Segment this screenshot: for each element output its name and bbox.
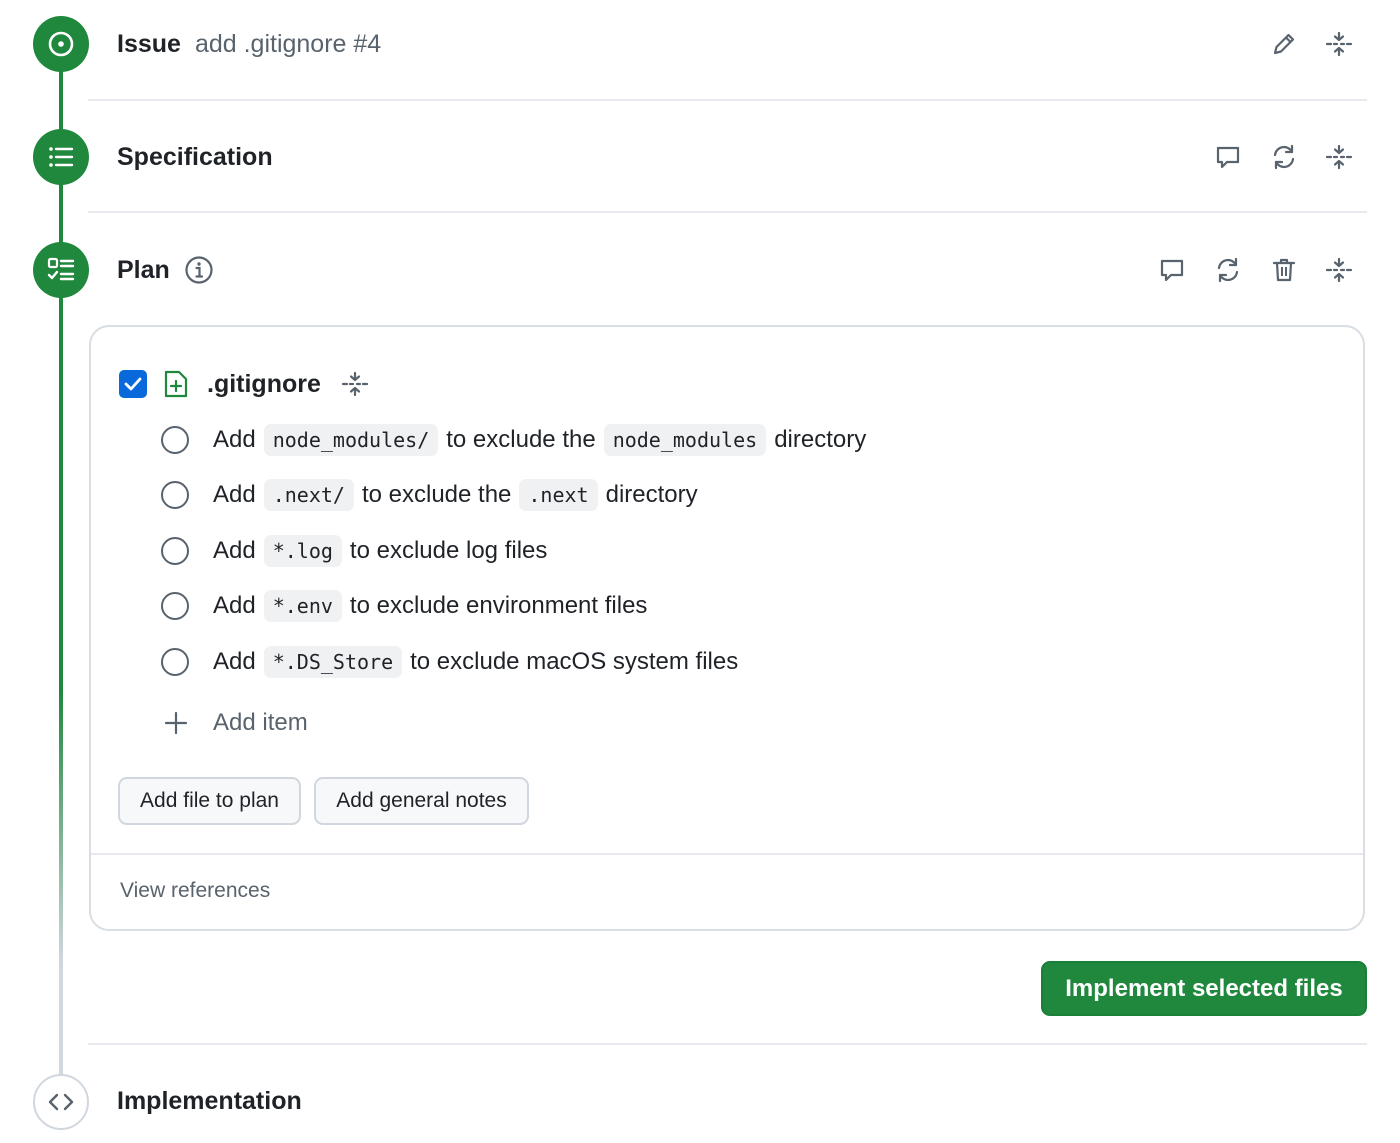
plan-item: Add .next/ to exclude the .next director… xyxy=(161,475,698,515)
comment-icon xyxy=(1216,146,1240,169)
fold-icon xyxy=(1325,31,1353,57)
pencil-icon xyxy=(1273,33,1295,55)
comment-icon xyxy=(1160,259,1184,282)
file-checkbox[interactable] xyxy=(119,370,147,398)
add-general-notes-button[interactable]: Add general notes xyxy=(314,777,529,825)
section-divider xyxy=(88,99,1367,101)
plan-item-text: Add xyxy=(213,537,256,564)
plan-item-code: node_modules/ xyxy=(263,424,439,456)
plan-item-text: Add xyxy=(213,426,256,453)
plan-item-code: *.log xyxy=(263,535,342,567)
fold-icon xyxy=(341,371,368,397)
plan-step-icon xyxy=(33,242,89,298)
plan-info-button[interactable] xyxy=(184,255,214,285)
plan-item-code: *.env xyxy=(263,590,342,622)
plan-item-radio[interactable] xyxy=(161,481,189,509)
add-file-to-plan-button[interactable]: Add file to plan xyxy=(118,777,301,825)
implementation-header: Implementation xyxy=(117,1081,302,1121)
plan-item-text: to exclude environment files xyxy=(349,592,648,619)
plan-item: Add *.log to exclude log files xyxy=(161,531,547,571)
info-icon xyxy=(185,256,213,284)
specification-label: Specification xyxy=(117,142,273,171)
file-name: .gitignore xyxy=(207,369,321,398)
plan-item-code: node_modules xyxy=(603,424,767,456)
plan-item: Add *.DS_Store to exclude macOS system f… xyxy=(161,642,738,682)
checklist-icon xyxy=(47,257,75,281)
issue-opened-icon xyxy=(48,31,74,57)
edit-issue-button[interactable] xyxy=(1269,29,1299,59)
plan-label: Plan xyxy=(117,255,170,284)
plan-item-text: to exclude macOS system files xyxy=(410,648,739,675)
issue-title[interactable]: add .gitignore #4 xyxy=(195,30,381,59)
plus-icon xyxy=(164,711,188,735)
specification-header: Specification xyxy=(117,137,273,177)
plan-delete-button[interactable] xyxy=(1269,255,1299,285)
file-added-icon xyxy=(163,369,189,399)
list-icon xyxy=(49,147,74,167)
plan-item: Add node_modules/ to exclude the node_mo… xyxy=(161,420,866,460)
plan-comment-button[interactable] xyxy=(1157,255,1187,285)
plan-item-text: Add xyxy=(213,481,256,508)
plan-item-text: to exclude the xyxy=(446,426,596,453)
view-references-link[interactable]: View references xyxy=(120,879,270,903)
section-divider xyxy=(88,1043,1367,1045)
specification-regenerate-button[interactable] xyxy=(1269,142,1299,172)
plan-item-text: Add xyxy=(213,592,256,619)
section-divider xyxy=(88,211,1367,213)
plan-item-radio[interactable] xyxy=(161,592,189,620)
specification-step-icon xyxy=(33,129,89,185)
plan-item-radio[interactable] xyxy=(161,426,189,454)
collapse-specification-button[interactable] xyxy=(1324,142,1354,172)
check-icon xyxy=(124,377,142,391)
implement-selected-files-button[interactable]: Implement selected files xyxy=(1041,961,1367,1016)
trash-icon xyxy=(1272,258,1296,282)
fold-icon xyxy=(1325,257,1353,283)
plan-file-row: .gitignore xyxy=(119,367,369,401)
plan-item-code: .next/ xyxy=(263,479,354,511)
issue-step-icon xyxy=(33,16,89,72)
sync-icon xyxy=(1217,257,1239,283)
collapse-issue-button[interactable] xyxy=(1324,29,1354,59)
plan-item-text: directory xyxy=(774,426,867,453)
card-divider xyxy=(91,853,1363,855)
plan-item-code: .next xyxy=(519,479,598,511)
plan-item: Add *.env to exclude environment files xyxy=(161,586,647,626)
plan-card: .gitignore Add node_modules/ to exclude … xyxy=(89,325,1365,931)
implementation-label: Implementation xyxy=(117,1086,302,1115)
plan-item-radio[interactable] xyxy=(161,537,189,565)
add-item-label: Add item xyxy=(213,709,308,736)
issue-label: Issue xyxy=(117,29,181,58)
code-icon xyxy=(48,1093,74,1111)
timeline-line-fade xyxy=(59,690,63,1080)
plan-item-code: *.DS_Store xyxy=(263,646,403,678)
plan-item-text: Add xyxy=(213,648,256,675)
implementation-step-icon xyxy=(33,1074,89,1130)
fold-icon xyxy=(1325,144,1353,170)
specification-comment-button[interactable] xyxy=(1213,142,1243,172)
issue-header: Issue add .gitignore #4 xyxy=(117,24,381,64)
collapse-plan-button[interactable] xyxy=(1324,255,1354,285)
sync-icon xyxy=(1273,144,1295,170)
plan-regenerate-button[interactable] xyxy=(1213,255,1243,285)
plan-item-text: directory xyxy=(605,481,698,508)
plan-item-radio[interactable] xyxy=(161,648,189,676)
plan-item-text: to exclude the xyxy=(361,481,512,508)
plan-header: Plan xyxy=(117,250,214,290)
add-item-button[interactable]: Add item xyxy=(163,703,308,743)
collapse-file-button[interactable] xyxy=(341,370,369,398)
plan-item-text: to exclude log files xyxy=(349,537,548,564)
